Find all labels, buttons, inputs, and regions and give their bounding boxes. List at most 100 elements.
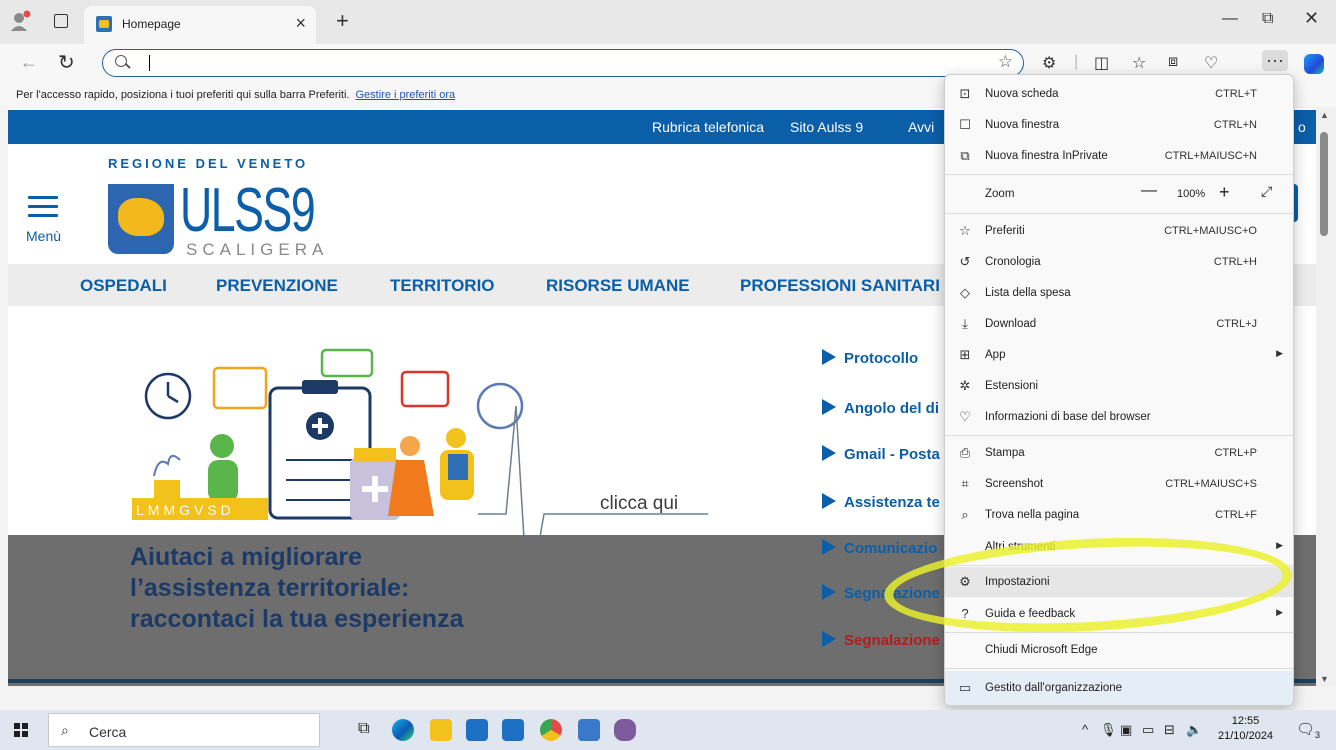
microphone-icon[interactable]: 🎙	[1100, 722, 1117, 738]
extensions-puzzle-icon[interactable]: ⚙	[1042, 53, 1056, 73]
edge-icon[interactable]	[392, 719, 414, 741]
menu-separator	[945, 174, 1293, 175]
nav-territorio[interactable]: TERRITORIO	[390, 276, 495, 296]
minimize-icon[interactable]: —	[1222, 10, 1238, 28]
link-assistenza[interactable]: Assistenza te	[844, 494, 940, 511]
menu-item-history[interactable]: ↺ Cronologia CTRL+H	[945, 247, 1293, 277]
restore-icon[interactable]: ⧉	[1262, 10, 1273, 28]
arrow-right-icon	[822, 493, 836, 509]
arrow-right-icon	[822, 349, 836, 365]
scroll-up-icon[interactable]: ▲	[1320, 110, 1329, 120]
close-window-icon[interactable]: ✕	[1304, 8, 1319, 29]
menu-item-extensions[interactable]: ✲ Estensioni	[945, 371, 1293, 401]
menu-item-new-window[interactable]: ☐ Nuova finestra CTRL+N	[945, 110, 1293, 140]
menu-label[interactable]: Menù	[26, 228, 61, 244]
tray-expand-icon[interactable]: ^	[1082, 722, 1088, 737]
menu-item-apps[interactable]: ⊞ App ▶	[945, 340, 1293, 370]
refresh-icon[interactable]: ↻	[58, 50, 75, 75]
menu-item-favorites[interactable]: ☆ Preferiti CTRL+MAIUSC+O	[945, 216, 1293, 246]
shopping-tag-icon: ◇	[960, 285, 970, 300]
profile-icon[interactable]	[10, 10, 32, 32]
link-comunicazioni[interactable]: Comunicazio	[844, 540, 937, 557]
browser-essentials-heart-icon[interactable]: ♡	[1204, 53, 1218, 73]
split-screen-icon[interactable]: ◫	[1094, 53, 1109, 73]
link-rubrica[interactable]: Rubrica telefonica	[652, 119, 764, 135]
hero-headline[interactable]: Aiutaci a migliorare l’assistenza territ…	[130, 542, 463, 635]
nav-professioni-sanitarie[interactable]: PROFESSIONI SANITARI	[740, 276, 940, 296]
copilot-icon[interactable]	[1304, 54, 1324, 74]
paint-app-icon[interactable]	[614, 719, 636, 741]
link-avvisi[interactable]: Avvi	[908, 119, 934, 135]
notifications-icon[interactable]: 🗨3	[1296, 720, 1320, 740]
nav-ospedali[interactable]: OSPEDALI	[80, 276, 167, 296]
tab-close-icon[interactable]: ×	[295, 13, 306, 34]
menu-item-shopping-list[interactable]: ◇ Lista della spesa	[945, 278, 1293, 308]
tab-bar: Homepage × + — ⧉ ✕	[0, 0, 1336, 44]
submenu-arrow-icon: ▶	[1276, 348, 1283, 358]
hero-cta-clicca-qui[interactable]: clicca qui	[600, 493, 678, 515]
print-icon: ⎙	[959, 445, 971, 460]
healthcare-illustration: LMMGVSD	[132, 348, 708, 546]
page-scrollbar[interactable]: ▲ ▼	[1316, 108, 1336, 686]
manage-favorites-link[interactable]: Gestire i preferiti ora	[355, 89, 455, 101]
collections-icon[interactable]: ⧈	[1168, 53, 1178, 71]
chrome-icon[interactable]	[540, 719, 562, 741]
submenu-arrow-icon: ▶	[1276, 607, 1283, 617]
file-explorer-icon[interactable]	[430, 719, 452, 741]
hero-line-3: raccontaci la tua esperienza	[130, 605, 464, 633]
tab-title: Homepage	[122, 17, 181, 31]
clock-date: 21/10/2024	[1218, 730, 1274, 742]
menu-item-find[interactable]: ⌕ Trova nella pagina CTRL+F	[945, 500, 1293, 530]
tab-homepage[interactable]: Homepage ×	[84, 6, 316, 44]
nav-risorse-umane[interactable]: RISORSE UMANE	[546, 276, 690, 296]
settings-more-icon[interactable]: ···	[1262, 50, 1288, 71]
scrollbar-thumb[interactable]	[1320, 132, 1328, 236]
favorite-star-icon[interactable]: ☆	[998, 52, 1013, 72]
logo-ulss9[interactable]: ULSS9	[180, 180, 316, 242]
menu-item-print[interactable]: ⎙ Stampa CTRL+P	[945, 438, 1293, 468]
taskbar-clock[interactable]: 12:55 21/10/2024	[1218, 714, 1273, 744]
tab-actions-icon[interactable]	[54, 14, 68, 28]
lion-crest-logo-icon	[108, 184, 174, 254]
battery-icon[interactable]: ▭	[1142, 722, 1154, 738]
taskbar-search[interactable]: ⌕ Cerca	[48, 713, 320, 747]
hamburger-menu-icon[interactable]	[28, 196, 58, 223]
link-partial[interactable]: o	[1298, 119, 1306, 135]
menu-item-close-edge[interactable]: Chiudi Microsoft Edge	[945, 635, 1293, 665]
link-gmail[interactable]: Gmail - Posta	[844, 446, 940, 463]
nav-prevenzione[interactable]: PREVENZIONE	[216, 276, 338, 296]
tray-app-icon[interactable]: ▣	[1120, 722, 1132, 738]
menu-item-new-tab[interactable]: ⊡ Nuova scheda CTRL+T	[945, 79, 1293, 109]
link-protocollo[interactable]: Protocollo	[844, 350, 918, 367]
task-view-icon[interactable]: ⧉	[358, 720, 380, 742]
scroll-down-icon[interactable]: ▼	[1320, 674, 1329, 684]
link-segnalazione-2[interactable]: Segnalazione	[844, 632, 940, 649]
hero-line-1: Aiutaci a migliorare	[130, 543, 363, 571]
volume-icon[interactable]: 🔈	[1186, 722, 1202, 738]
menu-item-screenshot[interactable]: ⌗ Screenshot CTRL+MAIUSC+S	[945, 469, 1293, 499]
store-icon[interactable]	[466, 719, 488, 741]
submenu-arrow-icon: ▶	[1276, 540, 1283, 550]
link-angolo[interactable]: Angolo del di	[844, 400, 939, 417]
hero-line-2: l’assistenza territoriale:	[130, 574, 410, 602]
fullscreen-icon[interactable]: ⤢	[1261, 183, 1272, 200]
link-sito-aulss9[interactable]: Sito Aulss 9	[790, 119, 863, 135]
notification-count: 3	[1315, 730, 1321, 740]
back-arrow-icon[interactable]: ←	[20, 52, 38, 73]
remote-app-icon[interactable]	[578, 719, 600, 741]
windows-start-icon[interactable]	[14, 723, 28, 737]
menu-separator	[945, 213, 1293, 214]
toolbar-divider: |	[1074, 53, 1079, 70]
zoom-out-icon[interactable]: —	[1141, 182, 1157, 200]
menu-item-inprivate[interactable]: ⧉ Nuova finestra InPrivate CTRL+MAIUSC+N	[945, 141, 1293, 171]
new-tab-plus-icon[interactable]: +	[336, 8, 349, 34]
address-bar[interactable]: ☆	[102, 49, 1024, 77]
menu-item-managed-by-org[interactable]: ▭ Gestito dall'organizzazione	[945, 671, 1293, 705]
favorites-list-icon[interactable]: ☆	[1132, 53, 1146, 73]
zoom-in-icon[interactable]: +	[1219, 182, 1230, 203]
extensions-icon: ✲	[959, 378, 971, 393]
network-icon[interactable]: ⊟	[1164, 722, 1175, 738]
menu-item-download[interactable]: ⤓ Download CTRL+J	[945, 309, 1293, 339]
mail-icon[interactable]	[502, 719, 524, 741]
menu-item-browser-essentials[interactable]: ♡ Informazioni di base del browser	[945, 402, 1293, 432]
